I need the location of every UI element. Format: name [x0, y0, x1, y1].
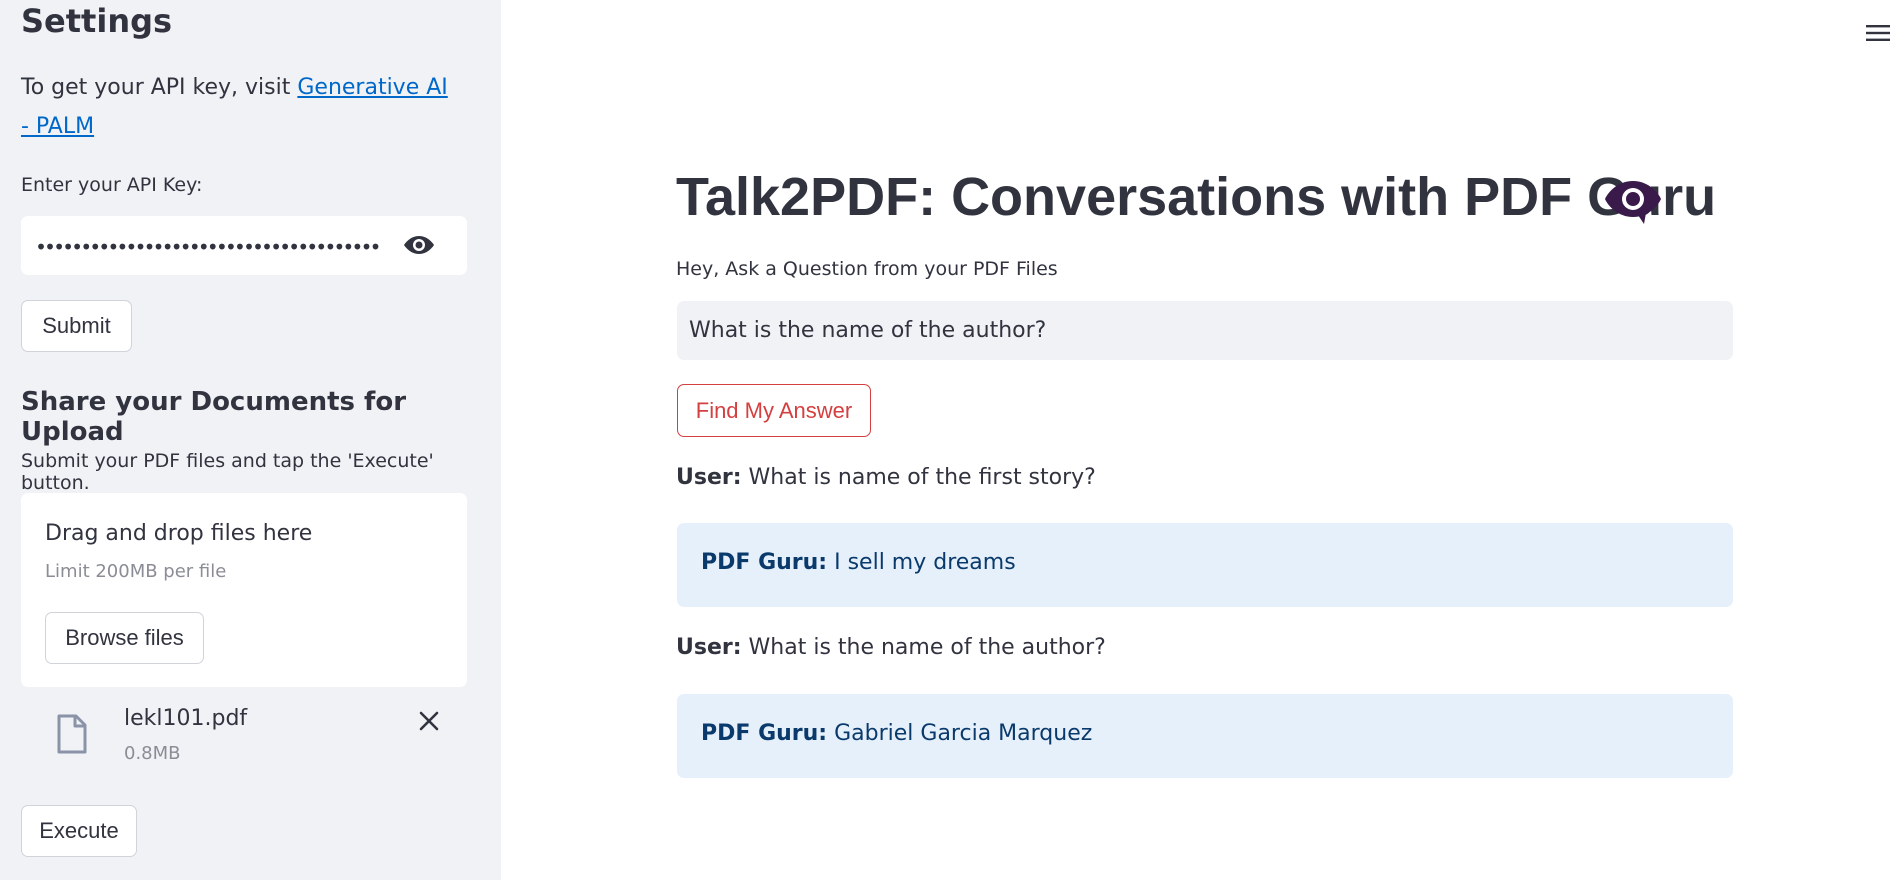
uploaded-file-name: lekl101.pdf: [124, 706, 248, 731]
file-dropzone[interactable]: Drag and drop files here Limit 200MB per…: [21, 493, 467, 687]
execute-button[interactable]: Execute: [21, 805, 137, 857]
chat-message-user: User: What is the name of the author?: [676, 635, 1106, 660]
upload-section-title: Share your Documents for Upload: [21, 387, 407, 447]
api-help-text: To get your API key, visit Generative AI…: [21, 68, 461, 146]
message-role: PDF Guru:: [701, 721, 828, 746]
find-answer-button[interactable]: Find My Answer: [677, 384, 871, 437]
sidebar: Settings To get your API key, visit Gene…: [0, 0, 501, 880]
eye-icon: [1605, 181, 1661, 224]
dropzone-limit: Limit 200MB per file: [45, 561, 227, 582]
close-icon[interactable]: [418, 710, 440, 732]
api-key-input[interactable]: [33, 216, 407, 277]
message-role: User:: [676, 465, 742, 490]
hamburger-menu-icon[interactable]: [1866, 24, 1890, 42]
message-role: PDF Guru:: [701, 550, 828, 575]
sidebar-title: Settings: [21, 2, 173, 40]
uploaded-file-size: 0.8MB: [124, 743, 181, 764]
submit-button[interactable]: Submit: [21, 300, 132, 352]
message-text: Gabriel Garcia Marquez: [834, 721, 1093, 746]
page-subtitle: Hey, Ask a Question from your PDF Files: [676, 258, 1058, 280]
upload-description: Submit your PDF files and tap the 'Execu…: [21, 450, 434, 494]
page-title: Talk2PDF: Conversations with PDF Guru: [676, 167, 1717, 227]
browse-files-button[interactable]: Browse files: [45, 612, 204, 664]
api-key-field-wrapper: [21, 216, 467, 277]
chat-message-bot: PDF Guru: Gabriel Garcia Marquez: [677, 694, 1733, 778]
message-role: User:: [676, 635, 742, 660]
api-key-label: Enter your API Key:: [21, 174, 203, 196]
question-input[interactable]: [677, 301, 1733, 360]
message-text: What is the name of the author?: [748, 635, 1106, 660]
file-icon: [57, 714, 87, 754]
api-help-prefix: To get your API key, visit: [21, 75, 298, 100]
dropzone-title: Drag and drop files here: [45, 521, 313, 546]
message-text: What is name of the first story?: [748, 465, 1096, 490]
show-password-icon[interactable]: [403, 234, 435, 256]
message-text: I sell my dreams: [834, 550, 1016, 575]
chat-message-bot: PDF Guru: I sell my dreams: [677, 523, 1733, 607]
chat-message-user: User: What is name of the first story?: [676, 465, 1096, 490]
